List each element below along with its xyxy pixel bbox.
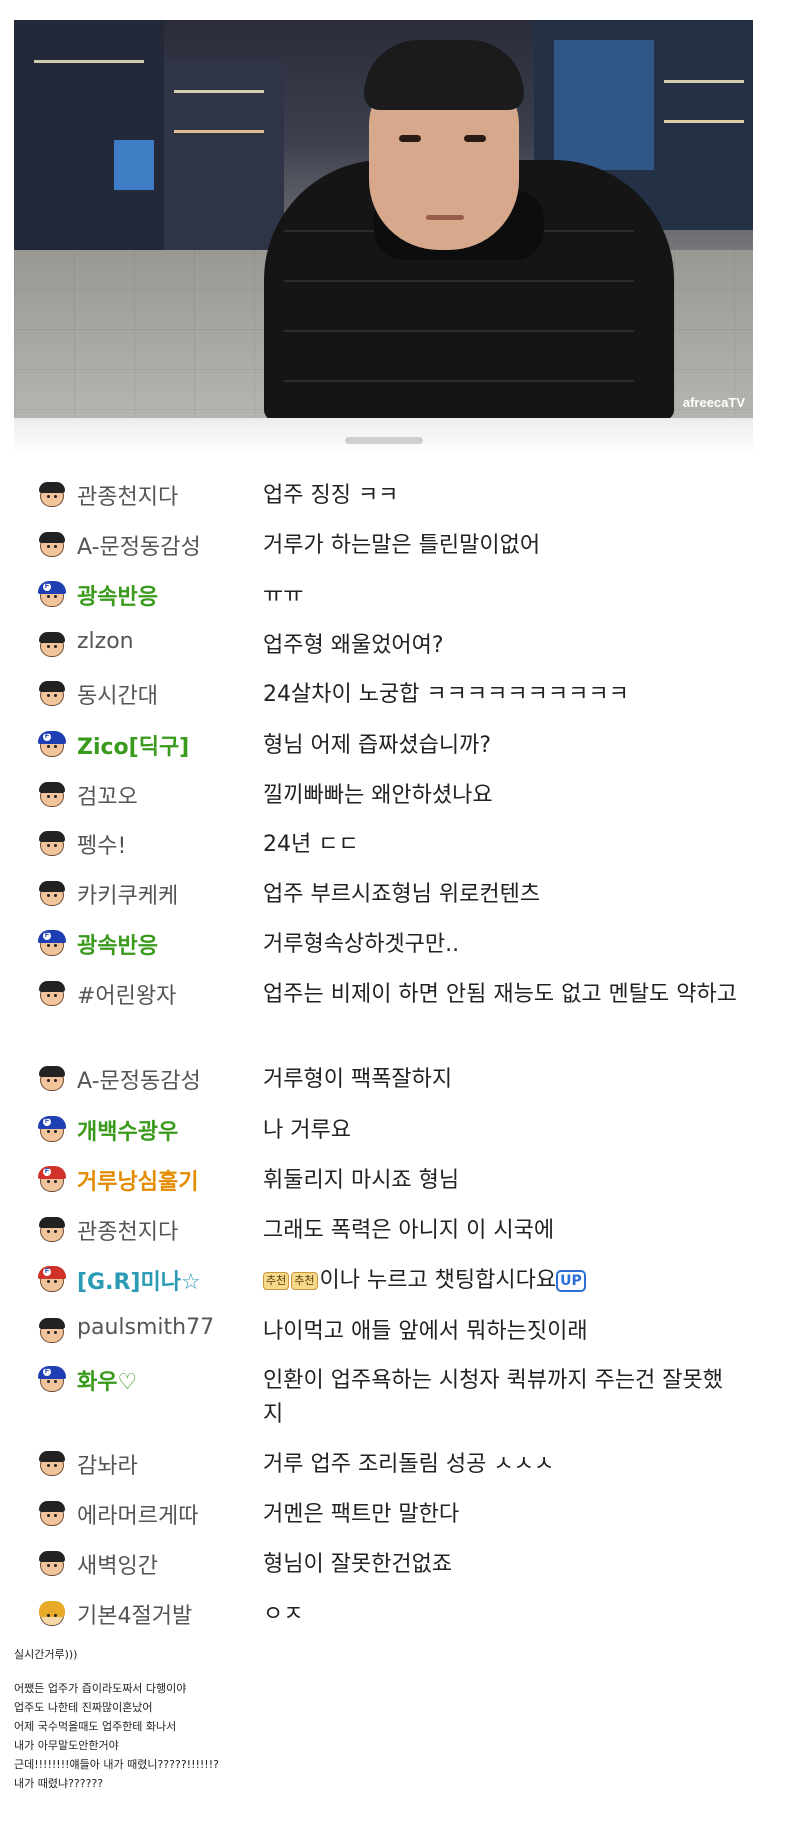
chat-message-text: 이나 누르고 챗팅합시다요 — [319, 1268, 557, 1293]
chat-nickname[interactable]: 거루낭심훌기 — [77, 1164, 198, 1196]
afreecatv-logo: afreecaTV — [682, 395, 745, 410]
chat-message: 업주형 왜울었어여? — [263, 633, 444, 658]
caption-line: 업주도 나한테 진짜많이혼났어 — [14, 1701, 153, 1714]
chat-nickname[interactable]: 카키쿠케케 — [77, 878, 178, 910]
chat-message: 낄끼빠빠는 왜안하셨나요 — [263, 783, 493, 808]
chat-nickname[interactable]: [G.R]미나☆ — [77, 1264, 201, 1296]
chat-nickname[interactable]: 새벽잉간 — [77, 1548, 158, 1580]
chat-message: 휘둘리지 마시죠 형님 — [263, 1168, 460, 1193]
fan-avatar-icon[interactable]: F — [38, 581, 66, 609]
chat-message: 거루형속상하겟구만.. — [263, 932, 460, 957]
chat-nickname[interactable]: 광속반응 — [77, 928, 158, 960]
user-avatar-icon[interactable] — [38, 531, 66, 559]
chat-message: 업주는 비제이 하면 안됨 재능도 없고 멘탈도 약하고 — [263, 982, 737, 1007]
vip-avatar-icon[interactable]: F — [38, 1266, 66, 1294]
fan-avatar-icon[interactable]: F — [38, 1116, 66, 1144]
caption-line: 근데!!!!!!!!얘들아 내가 때렸니?????!!!!!!? — [14, 1758, 219, 1771]
chat-nickname[interactable]: #어린왕자 — [77, 978, 176, 1010]
user-avatar-icon[interactable] — [38, 980, 66, 1008]
user-avatar-icon[interactable] — [38, 631, 66, 659]
chat-message: ㅇㅈ — [263, 1602, 304, 1627]
chat-nickname[interactable]: 개백수광우 — [77, 1114, 178, 1146]
fan-avatar-icon[interactable]: F — [38, 731, 66, 759]
chat-nickname[interactable]: 에라머르게따 — [77, 1498, 198, 1530]
chat-message: 거루가 하는말은 틀린말이없어 — [263, 533, 541, 558]
chat-message: 24년 ㄷㄷ — [263, 832, 359, 857]
chat-nickname[interactable]: 화우♡ — [77, 1364, 137, 1396]
caption-line: 내가 때렸냐?????? — [14, 1777, 104, 1790]
chat-message: 추천 추천 이나 누르고 챗팅합시다요 UP — [263, 1264, 743, 1298]
drag-handle[interactable] — [345, 437, 423, 444]
chat-message: 거루형이 팩폭잘하지 — [263, 1067, 453, 1092]
user-avatar-icon[interactable] — [38, 1317, 66, 1345]
chat-message: 인환이 업주욕하는 시청자 퀵뷰까지 주는건 잘못했지 — [263, 1368, 724, 1427]
stream-video[interactable]: afreecaTV — [14, 20, 753, 418]
caption-line: 내가 아무말도안한거야 — [14, 1739, 119, 1752]
user-avatar-icon[interactable] — [38, 830, 66, 858]
user-avatar-icon[interactable] — [38, 1450, 66, 1478]
user-avatar-icon[interactable] — [38, 1550, 66, 1578]
chat-nickname[interactable]: paulsmith77 — [77, 1315, 214, 1340]
chat-nickname[interactable]: 검꼬오 — [77, 779, 138, 811]
chat-nickname[interactable]: 관종천지다 — [77, 1214, 178, 1246]
chat-nickname[interactable]: 동시간대 — [77, 678, 158, 710]
chat-message: 그래도 폭력은 아니지 이 시국에 — [263, 1218, 555, 1243]
recommend-badge-icon: 추천 — [263, 1272, 290, 1290]
chat-nickname[interactable]: 펭수! — [77, 828, 126, 860]
recommend-badge-icon: 추천 — [291, 1272, 318, 1290]
chat-nickname[interactable]: zlzon — [77, 629, 134, 654]
chat-message: 거루 업주 조리돌림 성공 ㅅㅅㅅ — [263, 1452, 555, 1477]
chat-message: 거멘은 팩트만 말한다 — [263, 1502, 460, 1527]
streamer — [254, 40, 684, 418]
chat-nickname[interactable]: A-문정동감성 — [77, 1063, 201, 1095]
chat-nickname[interactable]: 기본4절거발 — [77, 1598, 192, 1630]
user-avatar-icon[interactable] — [38, 1500, 66, 1528]
manager-avatar-icon[interactable]: F — [38, 1166, 66, 1194]
user-avatar-icon[interactable] — [38, 880, 66, 908]
user-avatar-icon[interactable] — [38, 1216, 66, 1244]
chat-message: 업주 부르시죠형님 위로컨텐츠 — [263, 882, 541, 907]
chat-nickname[interactable]: Zico[딕구] — [77, 729, 189, 761]
chat-nickname[interactable]: 관종천지다 — [77, 479, 178, 511]
girl-avatar-icon[interactable] — [38, 1600, 66, 1628]
user-avatar-icon[interactable] — [38, 1065, 66, 1093]
chat-message: ㅠㅠ — [263, 583, 304, 608]
fan-avatar-icon[interactable]: F — [38, 930, 66, 958]
chat-message: 업주 징징 ㅋㅋ — [263, 483, 399, 508]
caption-line: 실시간거루))) — [14, 1648, 78, 1661]
up-icon: UP — [556, 1270, 586, 1292]
user-avatar-icon[interactable] — [38, 680, 66, 708]
user-avatar-icon[interactable] — [38, 781, 66, 809]
caption-line: 어제 국수먹을때도 업주한테 화나서 — [14, 1720, 177, 1733]
chat-nickname[interactable]: 감놔라 — [77, 1448, 138, 1480]
chat-message: 형님이 잘못한건없죠 — [263, 1552, 453, 1577]
caption-line: 어쨌든 업주가 즙이라도짜서 다행이야 — [14, 1682, 187, 1695]
chat-nickname[interactable]: 광속반응 — [77, 579, 158, 611]
fan-avatar-icon[interactable]: F — [38, 1366, 66, 1394]
chat-message: 24살차이 노궁합 ㅋㅋㅋㅋㅋㅋㅋㅋㅋㅋ — [263, 682, 629, 707]
chat-message: 형님 어제 즙짜셨습니까? — [263, 733, 492, 758]
chat-nickname[interactable]: A-문정동감성 — [77, 529, 201, 561]
user-avatar-icon[interactable] — [38, 481, 66, 509]
chat-message: 나 거루요 — [263, 1118, 351, 1143]
chat-message: 나이먹고 애들 앞에서 뭐하는짓이래 — [263, 1319, 588, 1344]
